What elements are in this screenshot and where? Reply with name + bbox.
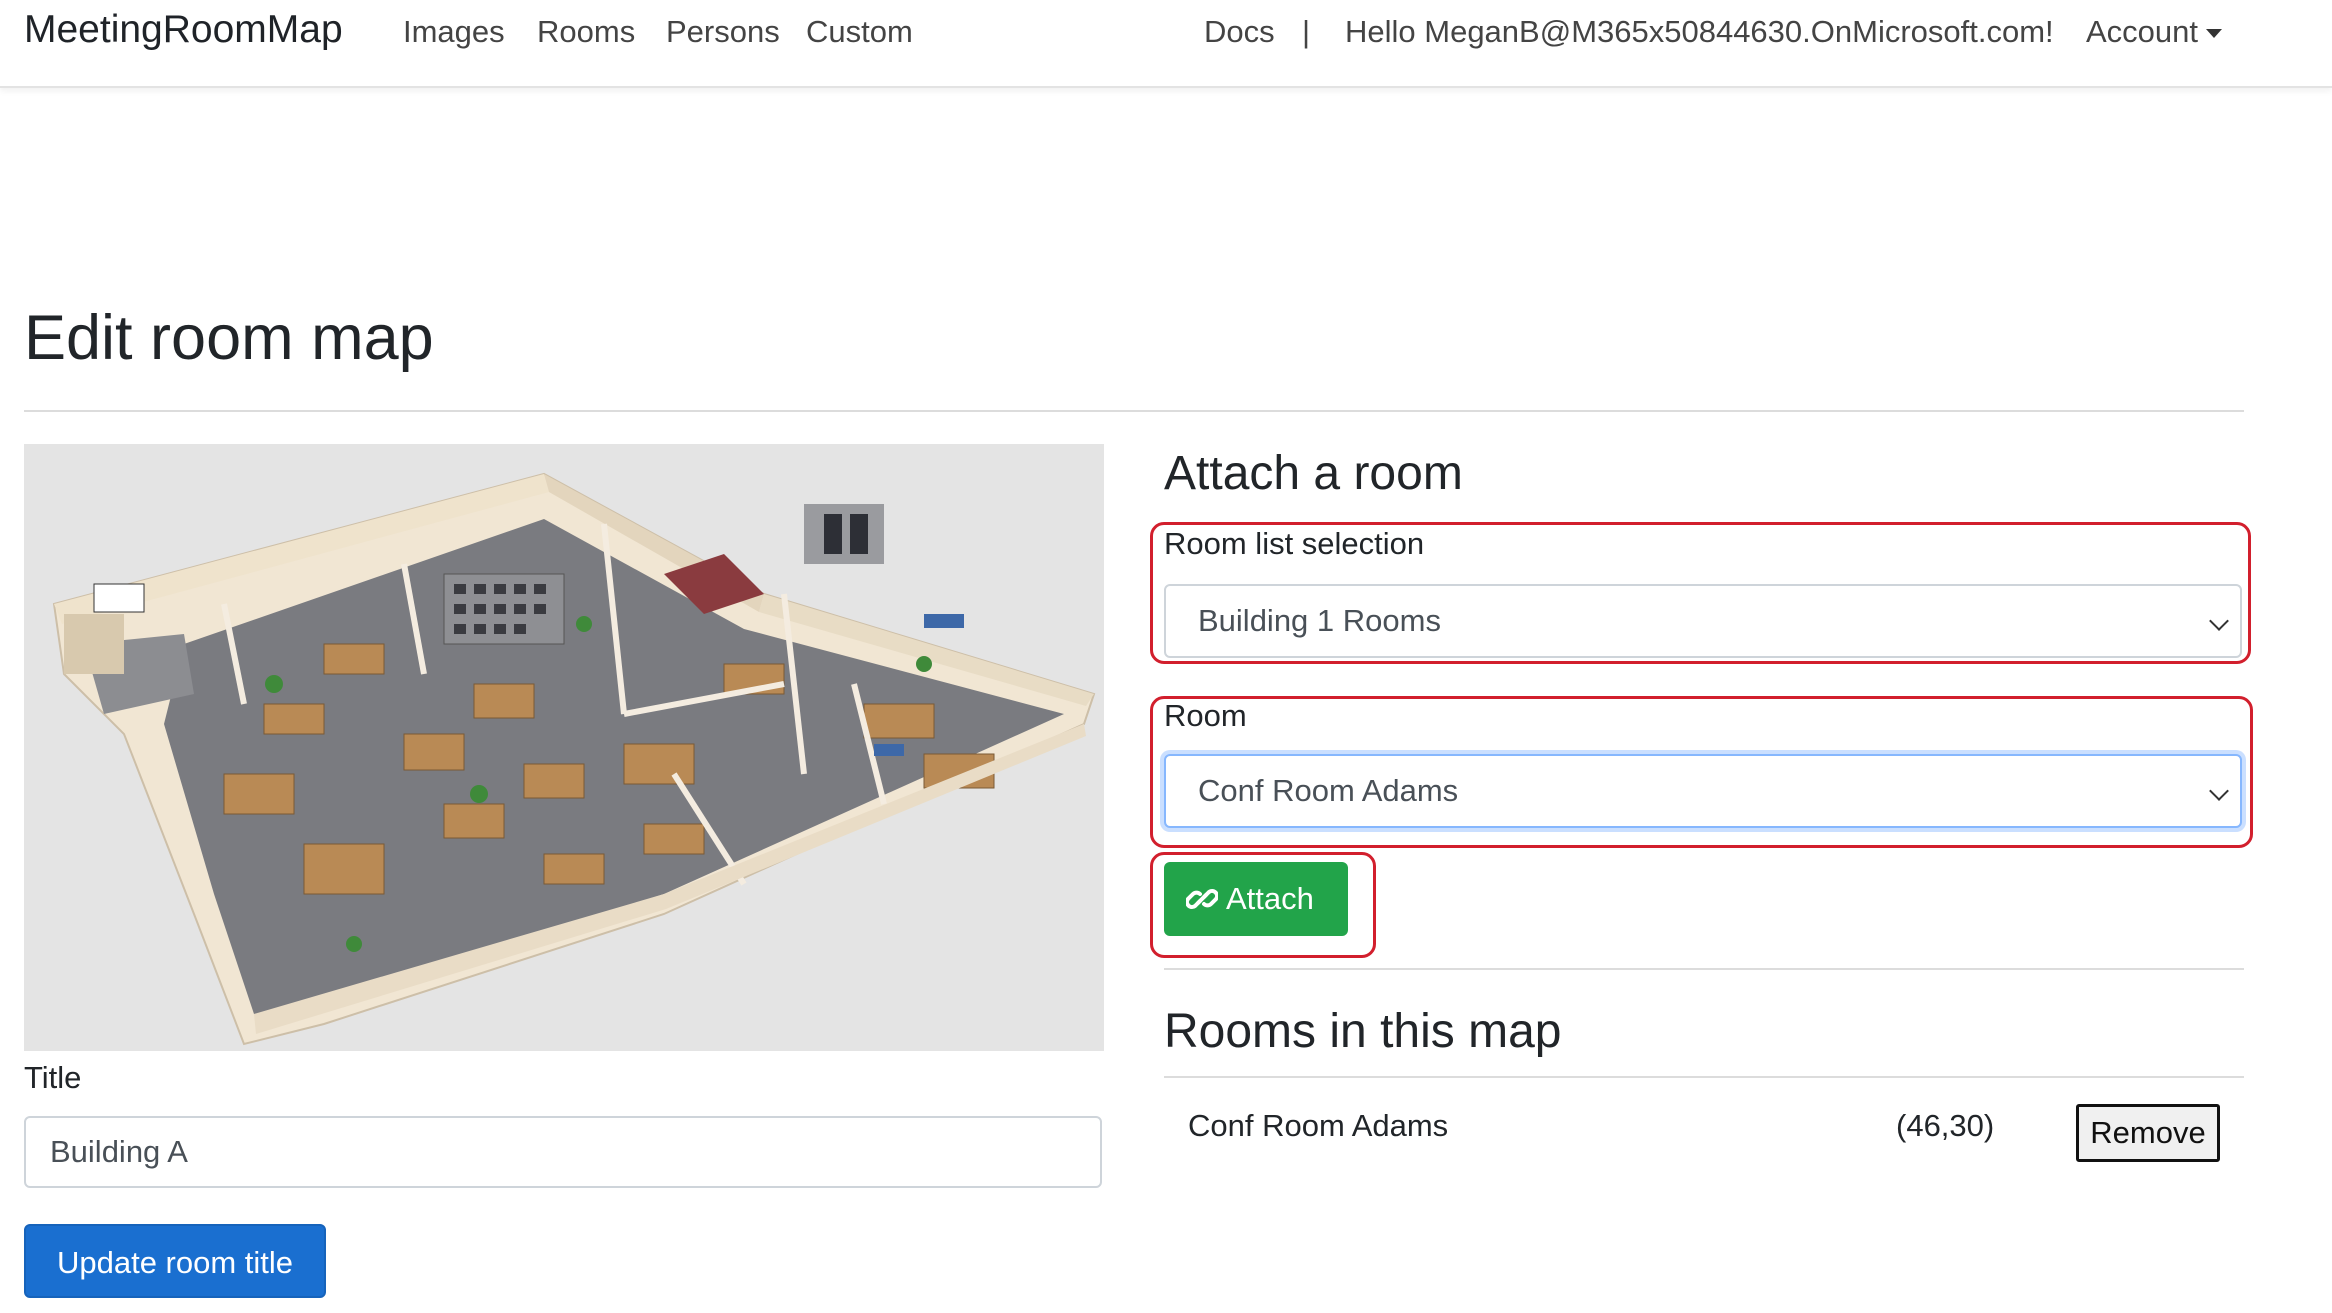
user-greeting: Hello MeganB@M365x50844630.OnMicrosoft.c… xyxy=(1345,14,2054,49)
chevron-down-icon xyxy=(2209,611,2229,631)
account-dropdown[interactable]: Account xyxy=(2086,14,2223,50)
room-label: Room xyxy=(1164,698,1247,733)
room-name: Conf Room Adams xyxy=(1188,1108,1449,1143)
account-label: Account xyxy=(2086,14,2199,49)
room-list-select[interactable]: Building 1 Rooms xyxy=(1164,584,2242,658)
list-item: Conf Room Adams (46,30) Remove xyxy=(1164,1086,2244,1176)
chevron-down-icon xyxy=(2209,781,2229,801)
navbar: MeetingRoomMap Images Rooms Persons Cust… xyxy=(0,0,2332,88)
link-icon xyxy=(1185,889,1219,909)
brand-link[interactable]: MeetingRoomMap xyxy=(24,8,343,52)
caret-down-icon xyxy=(2206,29,2223,39)
room-value: Conf Room Adams xyxy=(1198,773,1459,808)
room-select[interactable]: Conf Room Adams xyxy=(1164,754,2242,828)
divider xyxy=(24,410,2244,412)
nav-link-persons[interactable]: Persons xyxy=(666,14,780,50)
rooms-in-map-heading: Rooms in this map xyxy=(1164,1005,1562,1058)
nav-link-images[interactable]: Images xyxy=(403,14,505,50)
room-list-label: Room list selection xyxy=(1164,526,1425,561)
divider xyxy=(1164,968,2244,970)
nav-link-custom[interactable]: Custom xyxy=(806,14,913,50)
attach-button[interactable]: Attach xyxy=(1164,862,1348,936)
divider xyxy=(1164,1076,2244,1078)
attach-room-heading: Attach a room xyxy=(1164,447,1463,500)
nav-separator: | xyxy=(1302,14,1311,49)
update-room-title-button[interactable]: Update room title xyxy=(24,1224,326,1298)
room-map-image[interactable] xyxy=(24,444,1104,1051)
page-title: Edit room map xyxy=(24,303,434,373)
nav-link-rooms[interactable]: Rooms xyxy=(537,14,635,50)
remove-button[interactable]: Remove xyxy=(2076,1104,2220,1162)
floor-plan-illustration xyxy=(52,472,1096,1046)
title-input[interactable]: Building A xyxy=(24,1116,1102,1188)
attach-button-label: Attach xyxy=(1226,881,1314,916)
room-list-value: Building 1 Rooms xyxy=(1198,603,1441,638)
room-coordinates: (46,30) xyxy=(1896,1108,1995,1143)
title-label: Title xyxy=(24,1060,82,1095)
nav-link-docs[interactable]: Docs xyxy=(1204,14,1275,50)
